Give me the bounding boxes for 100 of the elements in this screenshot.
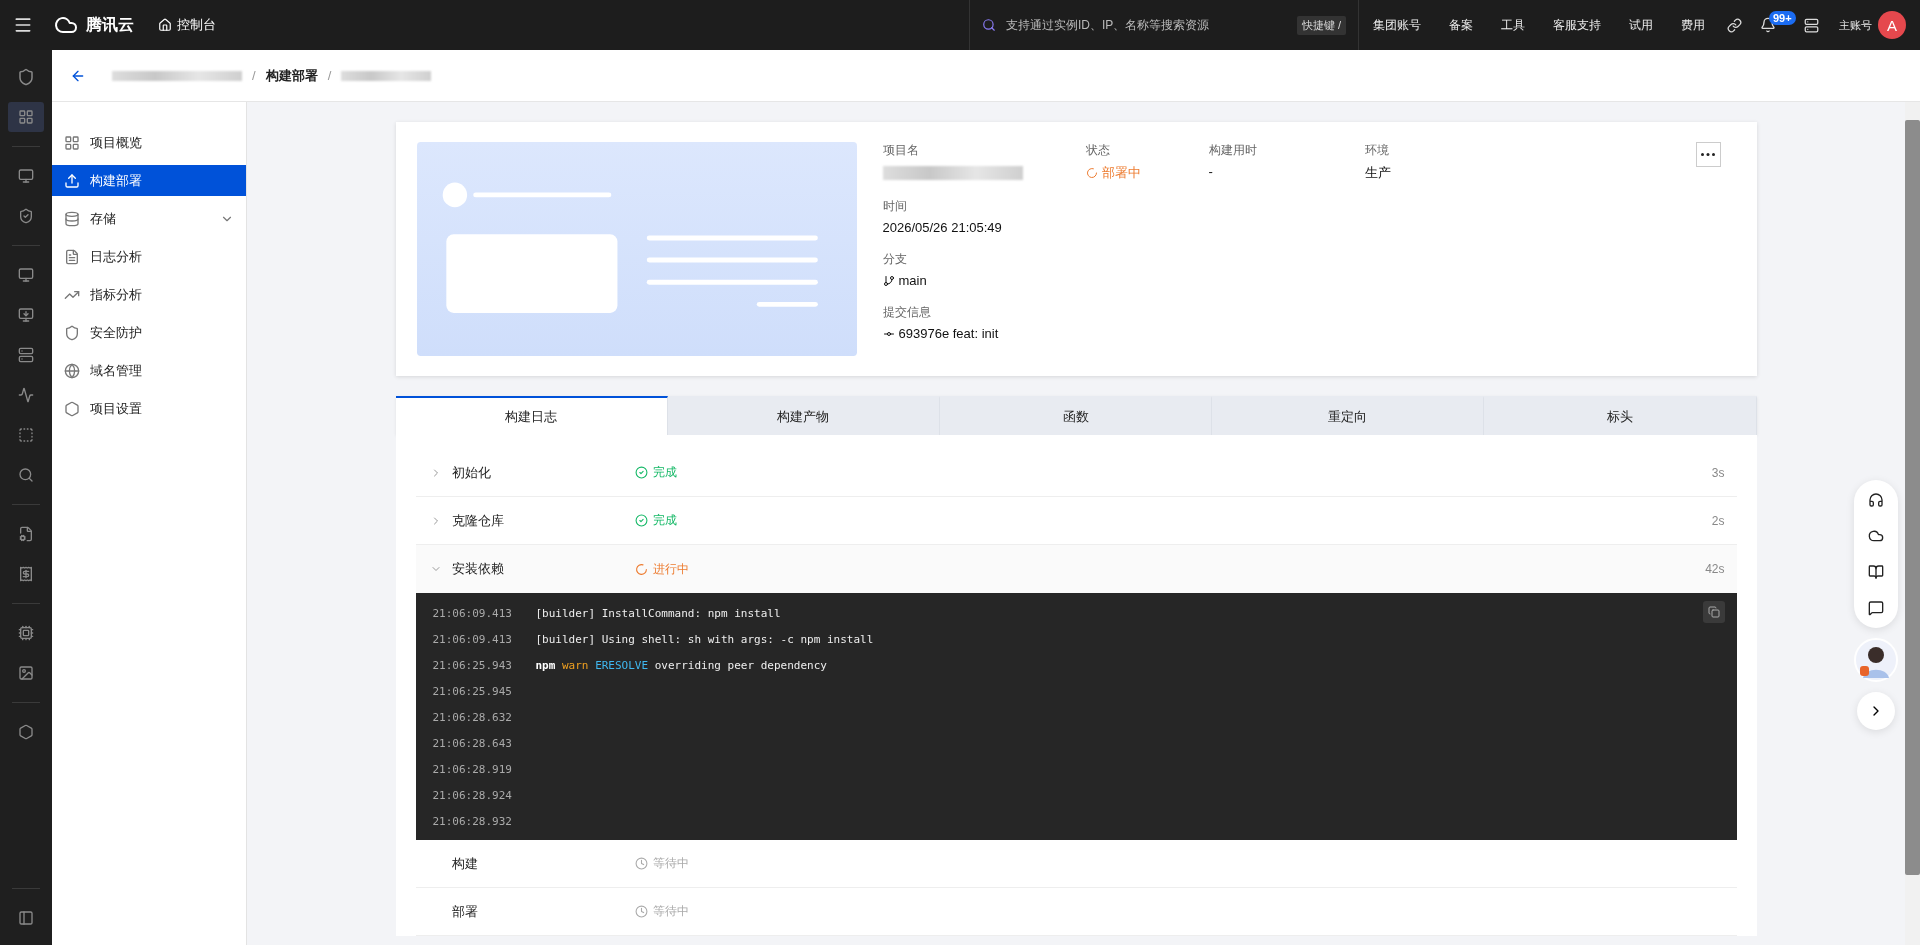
branch-icon <box>882 274 895 287</box>
sidebar-item[interactable]: 日志分析 <box>52 241 246 272</box>
shield-icon[interactable] <box>17 68 35 86</box>
log-timestamp: 21:06:25.943 <box>431 658 513 672</box>
shield-icon[interactable] <box>18 208 34 224</box>
copy-icon <box>1707 606 1720 618</box>
sidebar-item[interactable]: 项目概览 <box>52 127 246 158</box>
receipt-icon[interactable] <box>18 566 34 582</box>
pulse-icon[interactable] <box>18 387 34 403</box>
tab[interactable]: 构建日志 <box>395 396 668 435</box>
field-label: 项目名 <box>882 142 920 159</box>
account-name[interactable]: 主账号 <box>1839 17 1872 33</box>
sidebar-item[interactable]: 指标分析 <box>52 279 246 310</box>
log-timestamp: 21:06:09.413 <box>431 606 513 620</box>
log-line: [builder] Using shell: sh with args: -c npm install <box>535 632 874 646</box>
top-nav-link[interactable]: 客服支持 <box>1539 16 1615 34</box>
step-name: 安装依赖 <box>451 560 505 578</box>
field-value: 生产 <box>1364 164 1391 182</box>
console-link[interactable]: 控制台 <box>177 16 216 34</box>
step-name: 初始化 <box>451 463 492 482</box>
breadcrumb-current: 构建部署 <box>265 66 318 85</box>
clock-icon <box>634 857 648 870</box>
tab[interactable]: 重定向 <box>1212 396 1485 435</box>
log-timestamp: 21:06:25.945 <box>431 684 513 698</box>
sidebar-item[interactable]: 域名管理 <box>52 355 246 386</box>
field-label: 提交信息 <box>882 304 932 321</box>
monitor-download-icon[interactable] <box>18 307 34 323</box>
spinner-icon <box>1085 167 1098 179</box>
panel-toggle-icon[interactable] <box>18 910 34 926</box>
shortcut-key: 快捷键 / <box>1296 15 1346 35</box>
chat-icon[interactable] <box>1868 600 1884 616</box>
top-nav-link[interactable]: 试用 <box>1615 16 1667 34</box>
sidebar-item[interactable]: 构建部署 <box>52 165 246 196</box>
step-duration: 42s <box>1705 562 1725 576</box>
top-nav-link[interactable]: 工具 <box>1487 16 1539 34</box>
assistant-avatar-icon[interactable] <box>1854 638 1898 682</box>
spinner-icon <box>634 562 648 576</box>
grid-icon[interactable] <box>18 109 34 125</box>
step-duration: 2s <box>1711 513 1725 528</box>
frame-icon[interactable] <box>18 427 34 443</box>
book-icon[interactable] <box>1868 564 1884 580</box>
search-icon[interactable] <box>18 467 34 483</box>
monitor-icon[interactable] <box>18 267 34 283</box>
copy-button[interactable] <box>1702 601 1725 623</box>
check-circle-icon <box>634 466 648 479</box>
sidebar-item[interactable]: 存储 <box>52 203 246 234</box>
log-timestamp: 21:06:28.932 <box>431 814 513 828</box>
log-timestamp: 21:06:28.919 <box>431 762 513 776</box>
log-line: [builder] InstallCommand: npm install <box>535 606 781 620</box>
step-status: 完成 <box>652 464 677 481</box>
more-button[interactable] <box>1695 142 1721 167</box>
image-icon[interactable] <box>18 665 34 681</box>
upload-icon <box>64 172 80 189</box>
sidebar-item[interactable]: 项目设置 <box>52 393 246 424</box>
top-nav-link[interactable]: 费用 <box>1667 16 1719 34</box>
top-nav-link[interactable]: 集团账号 <box>1359 16 1435 34</box>
chip-icon[interactable] <box>18 625 34 641</box>
tab[interactable]: 构建产物 <box>667 396 940 435</box>
headset-icon[interactable] <box>1868 492 1884 508</box>
user-avatar[interactable]: A <box>1878 11 1906 39</box>
step-status: 完成 <box>652 512 677 529</box>
tab[interactable]: 标头 <box>1484 396 1757 435</box>
field-value: 693976e feat: init <box>898 326 999 341</box>
check-circle-icon <box>634 514 648 527</box>
ellipsis-icon <box>1701 153 1715 156</box>
sidebar-item[interactable]: 安全防护 <box>52 317 246 348</box>
brand-logo[interactable]: 腾讯云 <box>86 14 134 36</box>
document-icon <box>64 248 80 265</box>
step-status: 等待中 <box>652 903 689 920</box>
field-label: 状态 <box>1085 142 1111 159</box>
log-timestamp: 21:06:28.643 <box>431 736 513 750</box>
field-label: 时间 <box>882 198 908 215</box>
cloud-icon[interactable] <box>1868 528 1884 544</box>
file-settings-icon[interactable] <box>18 526 34 542</box>
field-label: 环境 <box>1364 142 1390 159</box>
link-icon[interactable] <box>1727 17 1742 33</box>
hexagon-icon <box>64 400 80 417</box>
home-icon[interactable] <box>158 18 172 32</box>
monitor-icon[interactable] <box>18 168 34 184</box>
field-label: 分支 <box>882 251 908 268</box>
dashboard-icon <box>64 134 80 151</box>
breadcrumb-separator: / <box>327 68 332 83</box>
breadcrumb-separator: / <box>252 68 256 83</box>
log-timestamp: 21:06:28.924 <box>431 788 513 802</box>
search-field[interactable]: 支持通过实例ID、IP、名称等搜索资源 <box>1004 17 1289 33</box>
top-nav-link[interactable]: 备案 <box>1435 16 1487 34</box>
globe-icon <box>64 362 80 379</box>
status-value: 部署中 <box>1101 164 1141 182</box>
server-icon[interactable] <box>1804 17 1819 33</box>
database-icon <box>64 210 80 227</box>
step-duration: 3s <box>1711 465 1725 480</box>
notification-badge: 99+ <box>1769 11 1796 25</box>
step-name: 构建 <box>451 854 479 873</box>
field-value: 2026/05/26 21:05:49 <box>882 220 1003 235</box>
scrollbar-thumb[interactable] <box>1905 120 1920 875</box>
tab[interactable]: 函数 <box>939 396 1213 435</box>
shield-icon <box>64 324 80 341</box>
hexagon-icon[interactable] <box>18 724 34 740</box>
step-status: 进行中 <box>652 560 689 578</box>
field-value: - <box>1208 164 1214 179</box>
